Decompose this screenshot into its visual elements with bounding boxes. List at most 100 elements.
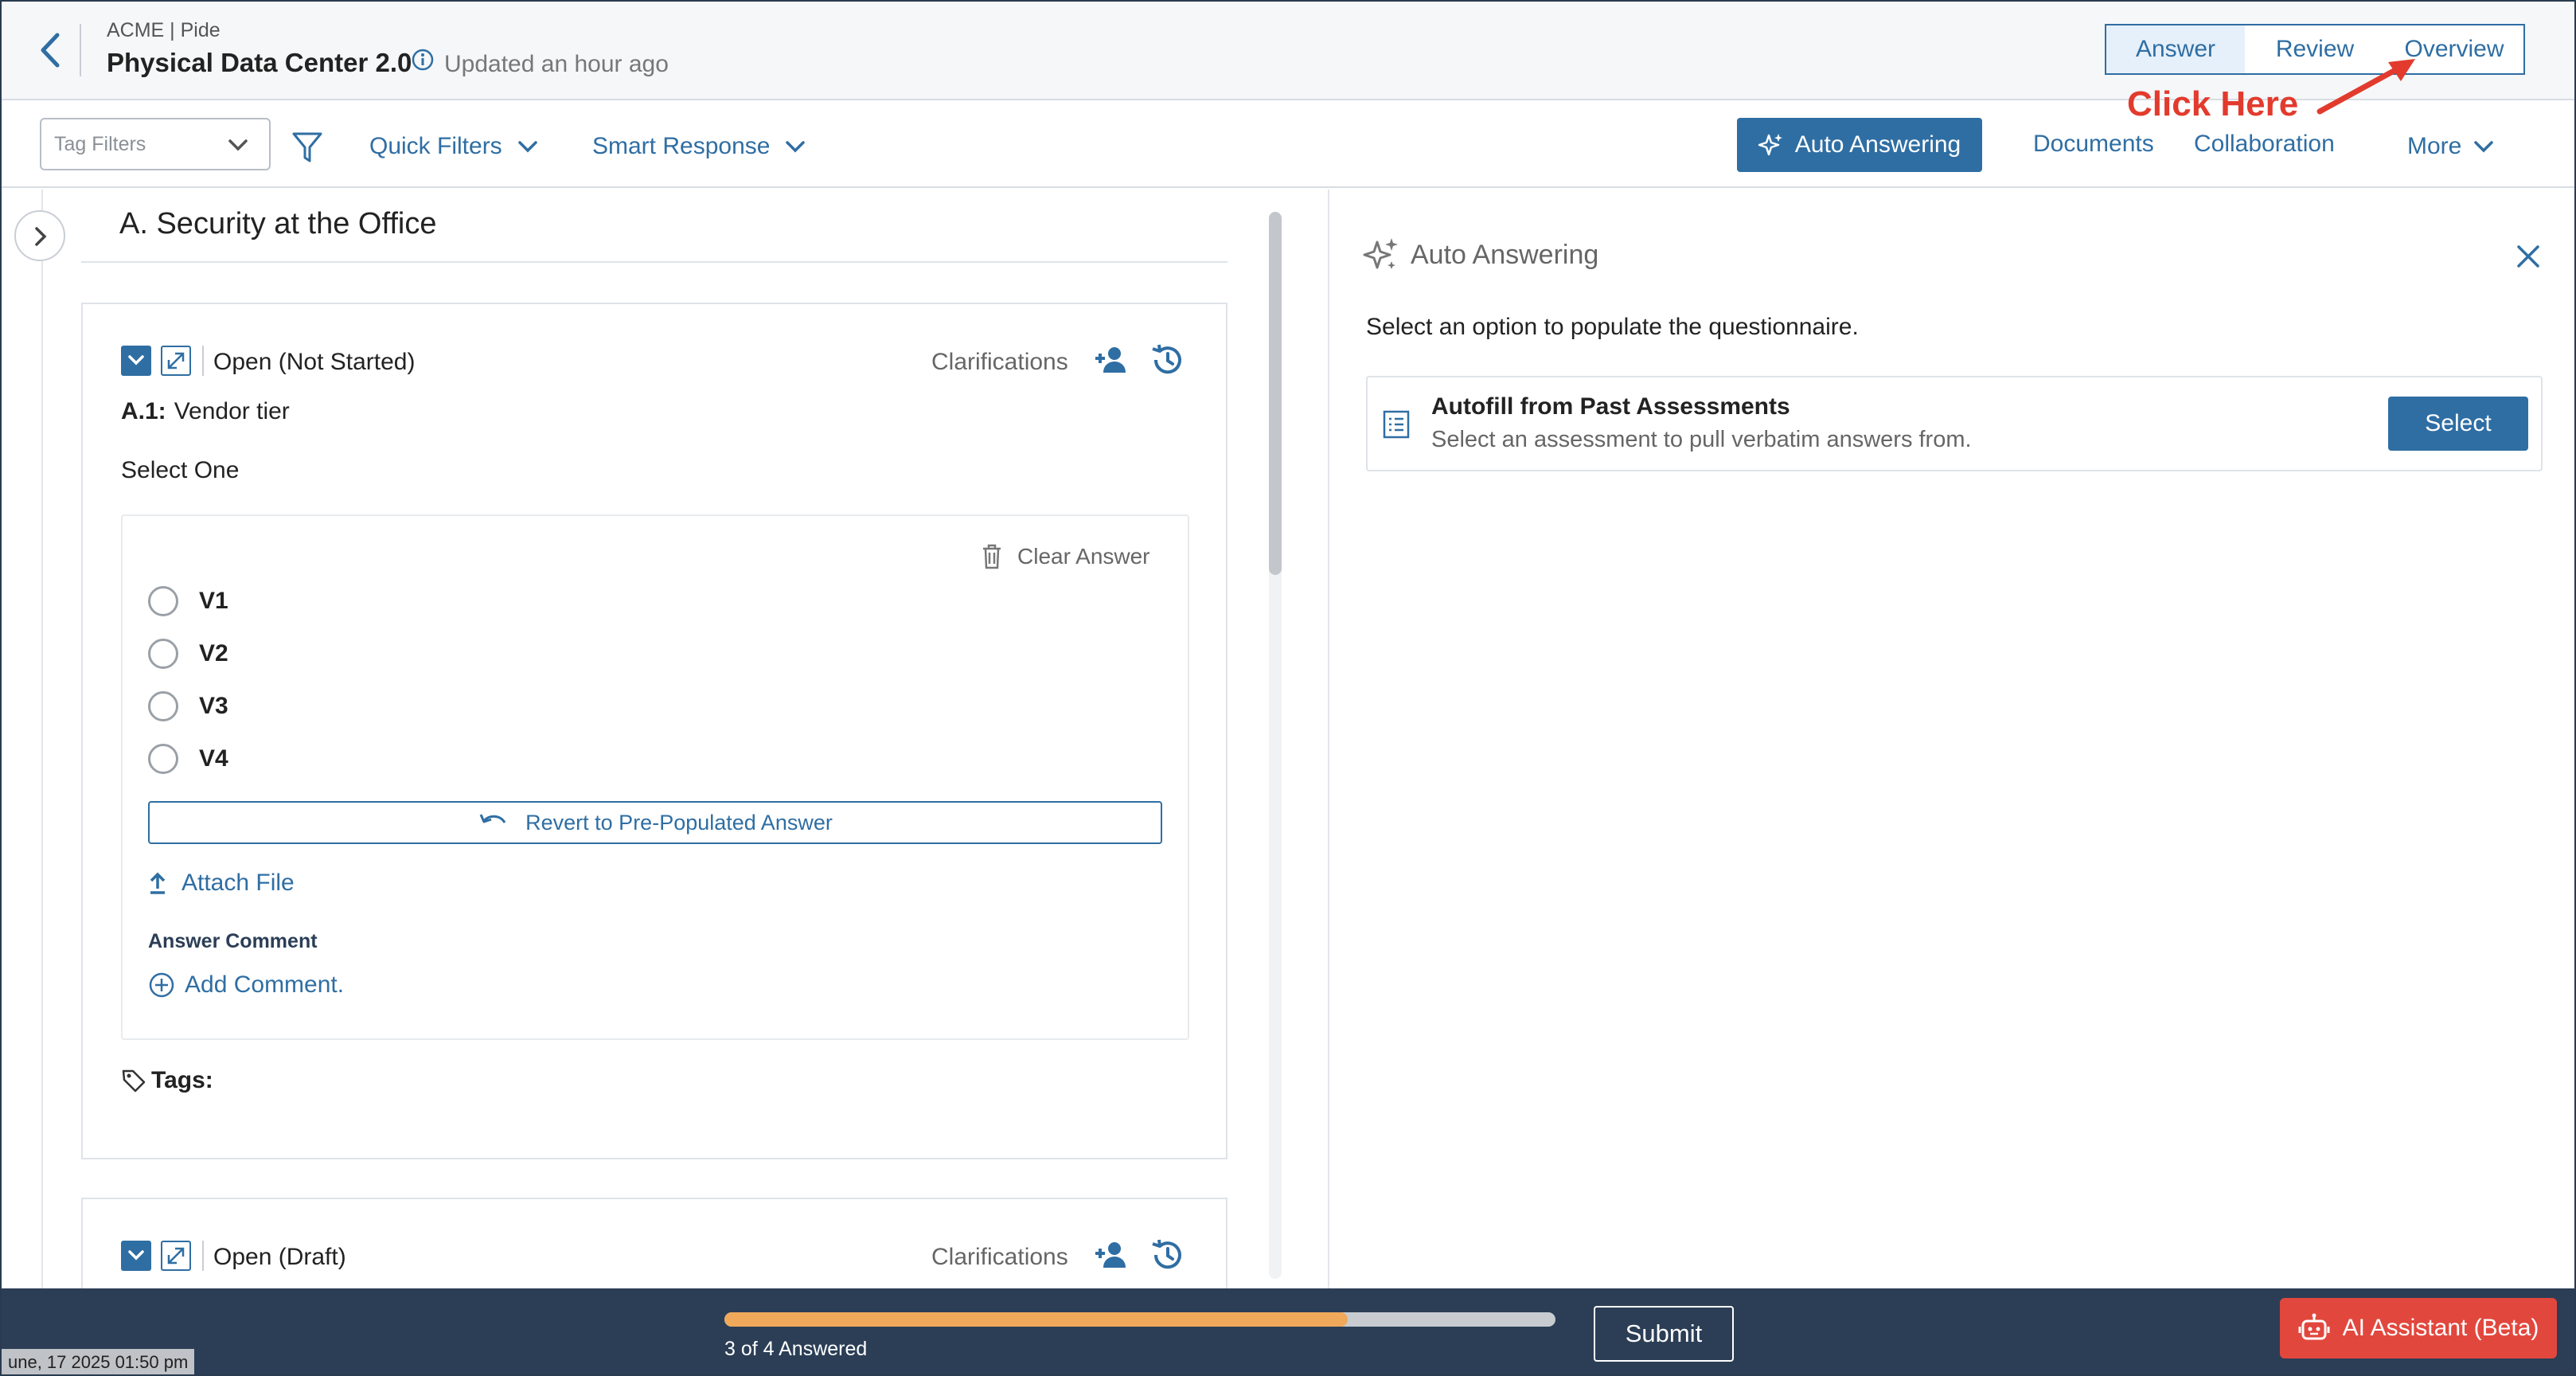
footer-bar: 3 of 4 Answered Submit AI Assistant (Bet… <box>2 1288 2574 1374</box>
chevron-left-icon <box>41 33 60 68</box>
quick-filters-label: Quick Filters <box>369 133 502 159</box>
status-divider <box>202 1241 204 1271</box>
tag-filters-select[interactable]: Tag Filters <box>40 118 271 170</box>
breadcrumb: ACME | Pide <box>107 19 221 41</box>
select-button[interactable]: Select <box>2388 397 2528 451</box>
collapse-checkbox[interactable] <box>121 1241 151 1271</box>
question-id: A.1: <box>121 398 166 424</box>
sparkle-icon <box>1758 134 1782 156</box>
timestamp: une, 17 2025 01:50 pm <box>2 1349 195 1374</box>
chevron-right-icon <box>35 227 47 246</box>
radio-v3[interactable] <box>148 691 178 721</box>
auto-answering-label: Auto Answering <box>1794 131 1961 158</box>
question-text: Vendor tier <box>174 398 290 424</box>
answer-comment-label: Answer Comment <box>148 930 318 952</box>
option-description: Select an assessment to pull verbatim an… <box>1431 427 1972 452</box>
assign-user-icon[interactable] <box>1094 344 1129 376</box>
collapse-checkbox[interactable] <box>121 346 151 376</box>
questionnaire-pane: A. Security at the Office Open (Not Star… <box>2 190 1328 1357</box>
tab-answer[interactable]: Answer <box>2105 24 2246 75</box>
trash-icon <box>983 544 1001 569</box>
expand-sidebar-button[interactable] <box>14 210 65 261</box>
collaboration-link[interactable]: Collaboration <box>2194 131 2335 158</box>
back-button[interactable] <box>33 30 68 70</box>
robot-icon <box>2298 1313 2330 1340</box>
radio-v2[interactable] <box>148 639 178 669</box>
progress-text: 3 of 4 Answered <box>724 1338 868 1360</box>
question-card: Open (Not Started) Clarifications A.1: V… <box>81 303 1228 1159</box>
option-title: Autofill from Past Assessments <box>1431 393 1790 420</box>
header-divider <box>80 24 81 76</box>
add-comment-button[interactable]: Add Comment. <box>148 971 344 999</box>
question-label: A.1: Vendor tier <box>121 398 290 425</box>
option-label: V4 <box>199 745 228 772</box>
plus-circle-icon <box>149 972 174 998</box>
annotation-arrow-icon <box>2316 59 2415 115</box>
assign-user-icon[interactable] <box>1094 1239 1129 1271</box>
left-rail <box>2 190 43 1288</box>
progress-fill <box>724 1312 1348 1327</box>
attach-file-label: Attach File <box>181 870 295 896</box>
smart-response-label: Smart Response <box>592 133 771 159</box>
quick-filters-dropdown[interactable]: Quick Filters <box>369 131 539 162</box>
scrollbar-track[interactable] <box>1269 212 1282 1279</box>
chevron-down-icon <box>786 141 806 153</box>
smart-response-dropdown[interactable]: Smart Response <box>592 131 806 162</box>
add-comment-label: Add Comment. <box>185 971 345 998</box>
scrollbar-thumb[interactable] <box>1269 212 1282 575</box>
question-status: Open (Not Started) <box>213 349 416 375</box>
progress-bar <box>724 1312 1555 1327</box>
question-status: Open (Draft) <box>213 1244 346 1270</box>
updated-text: Updated an hour ago <box>444 51 669 77</box>
chevron-down-icon <box>128 355 144 366</box>
undo-icon <box>479 814 506 823</box>
filter-icon[interactable] <box>291 131 323 164</box>
revert-button[interactable]: Revert to Pre-Populated Answer <box>148 801 1162 844</box>
documents-link[interactable]: Documents <box>2033 131 2154 158</box>
panel-header: Auto Answering <box>1361 236 1598 274</box>
option-label: V2 <box>199 640 228 666</box>
upload-icon <box>150 872 166 894</box>
radio-v1[interactable] <box>148 586 178 616</box>
close-icon <box>2517 245 2539 268</box>
expand-icon[interactable] <box>161 1241 191 1271</box>
revert-label: Revert to Pre-Populated Answer <box>525 810 833 835</box>
chevron-down-icon <box>128 1250 144 1261</box>
clarifications-label[interactable]: Clarifications <box>931 349 1068 376</box>
tag-icon <box>122 1069 146 1093</box>
panel-title: Auto Answering <box>1411 239 1599 270</box>
autofill-option-card: Autofill from Past Assessments Select an… <box>1366 376 2543 471</box>
attach-file-button[interactable]: Attach File <box>148 870 295 897</box>
more-dropdown[interactable]: More <box>2407 131 2495 162</box>
radio-v4[interactable] <box>148 744 178 774</box>
option-label: V1 <box>199 588 228 614</box>
page-title: Physical Data Center 2.0 <box>107 48 412 77</box>
clear-answer-button[interactable]: Clear Answer <box>981 543 1150 570</box>
sparkle-icon <box>1363 238 1398 269</box>
question-prompt: Select One <box>121 457 240 483</box>
history-icon[interactable] <box>1149 1237 1185 1272</box>
clarifications-label[interactable]: Clarifications <box>931 1244 1068 1271</box>
more-label: More <box>2407 133 2462 159</box>
section-divider <box>81 261 1228 263</box>
info-icon[interactable] <box>411 48 435 72</box>
section-title: A. Security at the Office <box>119 207 437 240</box>
history-icon[interactable] <box>1149 342 1185 377</box>
status-divider <box>202 346 204 376</box>
ai-assistant-button[interactable]: AI Assistant (Beta) <box>2280 1298 2557 1358</box>
chevron-down-icon <box>2474 141 2494 153</box>
auto-answering-button[interactable]: Auto Answering <box>1737 118 1982 172</box>
submit-button[interactable]: Submit <box>1594 1306 1734 1362</box>
chevron-down-icon <box>228 139 248 151</box>
close-panel-button[interactable] <box>2514 242 2543 271</box>
tag-filters-placeholder: Tag Filters <box>54 133 146 155</box>
tags-label: Tags: <box>151 1067 213 1093</box>
answer-box: Clear Answer V1 V2 V3 V4 Revert to Pre-P… <box>121 514 1189 1040</box>
chevron-down-icon <box>517 141 537 153</box>
click-here-annotation: Click Here <box>2127 84 2299 123</box>
app-window: ACME | Pide Physical Data Center 2.0 Upd… <box>0 0 2576 1376</box>
panel-instruction: Select an option to populate the questio… <box>1366 314 1859 340</box>
auto-answering-panel: Auto Answering Select an option to popul… <box>1329 190 2574 1288</box>
list-icon <box>1383 410 1410 439</box>
expand-icon[interactable] <box>161 346 191 376</box>
